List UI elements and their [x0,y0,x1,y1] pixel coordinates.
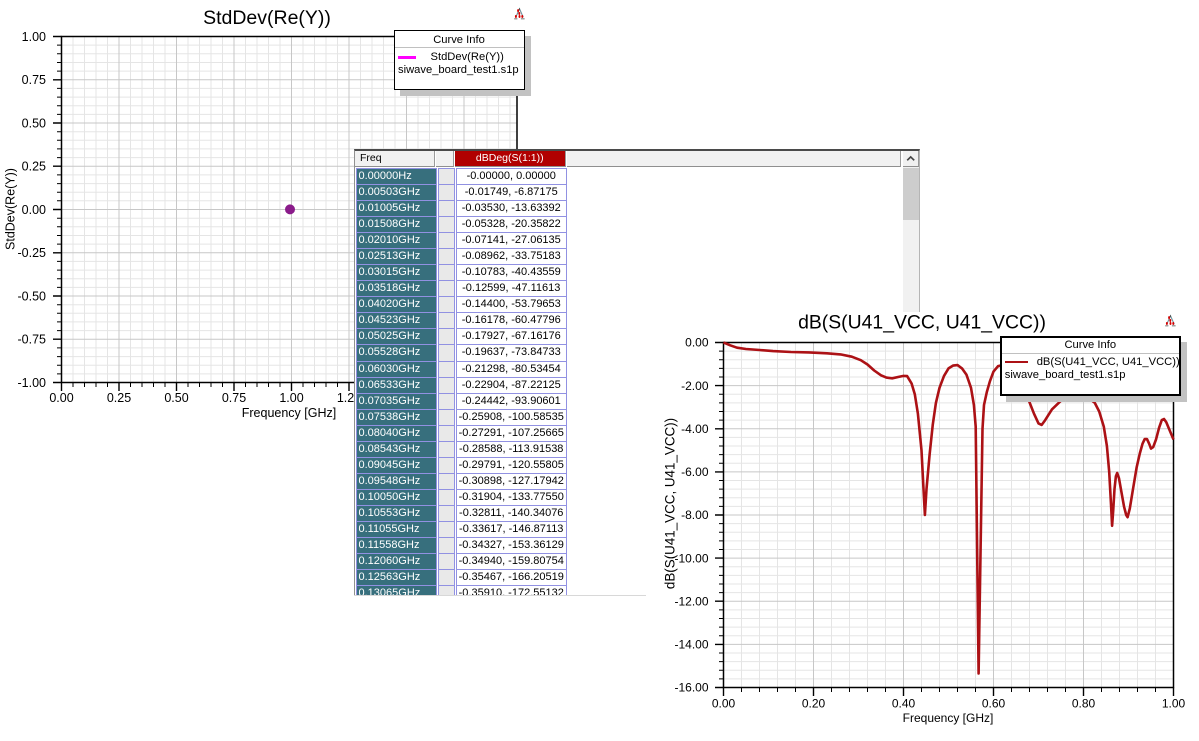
svg-text:-1.00: -1.00 [18,376,47,390]
svg-text:-12.00: -12.00 [674,594,708,608]
svg-text:0.75: 0.75 [222,391,246,405]
svg-text:-4.00: -4.00 [681,422,709,436]
svg-text:Frequency [GHz]: Frequency [GHz] [903,711,994,725]
svg-text:0.00: 0.00 [22,203,46,217]
svg-text:0.00: 0.00 [712,697,736,711]
svg-text:-16.00: -16.00 [674,681,708,695]
svg-text:1.00: 1.00 [1162,697,1186,711]
svg-text:0.40: 0.40 [892,697,916,711]
svg-text:dB(S(U41_VCC, U41_VCC)): dB(S(U41_VCC, U41_VCC)) [663,418,678,589]
svg-text:-0.50: -0.50 [18,289,47,303]
svg-text:0.20: 0.20 [802,697,826,711]
svg-text:-8.00: -8.00 [681,508,709,522]
svg-text:0.50: 0.50 [22,116,46,130]
svg-text:-0.75: -0.75 [18,333,47,347]
svg-text:0.50: 0.50 [164,391,188,405]
svg-text:StdDev(Re(Y)): StdDev(Re(Y)) [4,168,18,250]
svg-text:0.00: 0.00 [49,391,73,405]
svg-text:0.75: 0.75 [22,73,46,87]
svg-text:-0.25: -0.25 [18,246,47,260]
svg-text:0.25: 0.25 [107,391,131,405]
svg-text:0.25: 0.25 [22,160,46,174]
svg-text:Frequency [GHz]: Frequency [GHz] [242,406,336,420]
svg-text:0.80: 0.80 [1072,697,1096,711]
svg-text:0.00: 0.00 [685,336,709,350]
svg-text:-6.00: -6.00 [681,465,709,479]
svg-text:dB(S(U41_VCC, U41_VCC)): dB(S(U41_VCC, U41_VCC)) [798,312,1046,333]
svg-text:0.60: 0.60 [982,697,1006,711]
svg-text:-14.00: -14.00 [674,638,708,652]
svg-text:-2.00: -2.00 [681,379,709,393]
svg-text:1.00: 1.00 [279,391,303,405]
svg-text:StdDev(Re(Y)): StdDev(Re(Y)) [203,7,331,29]
svg-text:-10.00: -10.00 [674,551,708,565]
svg-text:1.00: 1.00 [22,30,46,44]
